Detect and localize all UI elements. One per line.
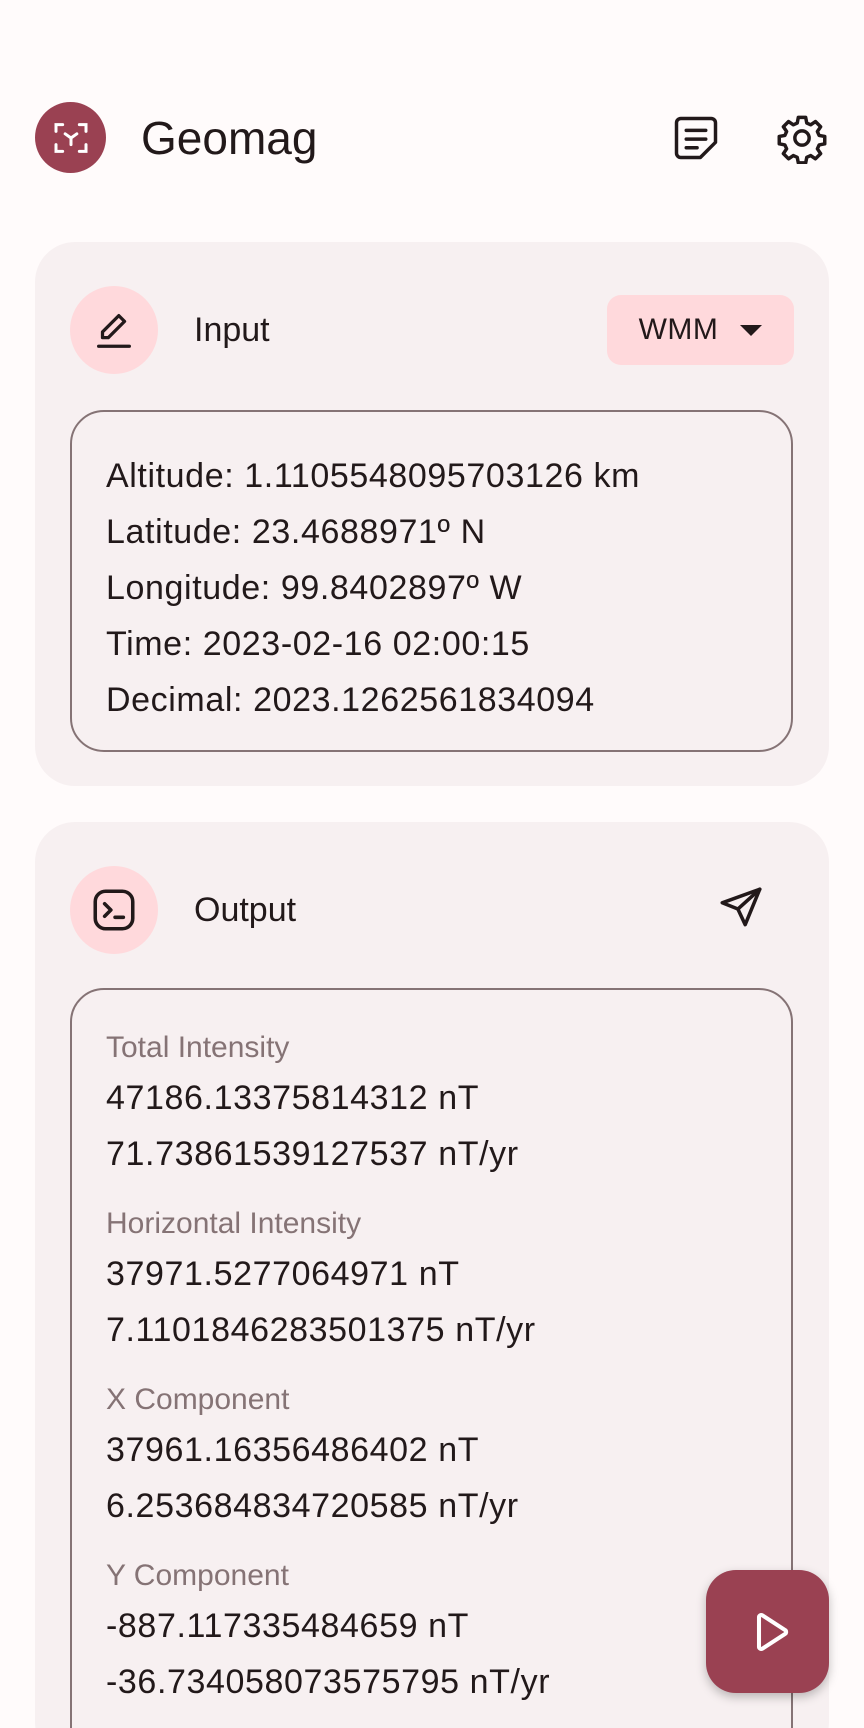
- model-dropdown[interactable]: WMM: [607, 295, 794, 365]
- input-values-box[interactable]: Altitude: 1.1105548095703126 km Latitude…: [70, 410, 793, 752]
- app-bar: Geomag: [0, 100, 864, 176]
- decimal-line: Decimal: 2023.1262561834094: [106, 681, 595, 719]
- y-component-group: Y Component -887.117335484659 nT -36.734…: [106, 1554, 791, 1710]
- gear-icon: [777, 115, 827, 164]
- send-icon: [720, 887, 762, 927]
- notes-icon: [674, 116, 718, 160]
- output-label: Total Intensity: [106, 1031, 290, 1064]
- model-selected-label: WMM: [638, 313, 719, 346]
- terminal-icon: [70, 866, 158, 954]
- x-component-group: X Component 37961.16356486402 nT 6.25368…: [106, 1378, 791, 1534]
- output-label: Horizontal Intensity: [106, 1207, 362, 1240]
- screen: Geomag Input WMM Altitude: 1.11055480957…: [0, 0, 864, 1728]
- input-card: Input WMM Altitude: 1.1105548095703126 k…: [35, 242, 829, 786]
- output-value: 47186.13375814312 nT: [106, 1079, 480, 1117]
- calculate-fab[interactable]: [706, 1570, 829, 1693]
- input-card-title: Input: [194, 311, 270, 349]
- app-title: Geomag: [141, 112, 318, 164]
- latitude-line: Latitude: 23.4688971º N: [106, 513, 486, 551]
- horizontal-intensity-group: Horizontal Intensity 37971.5277064971 nT…: [106, 1202, 791, 1358]
- output-rate: 6.253684834720585 nT/yr: [106, 1487, 519, 1525]
- output-rate: -36.734058073575795 nT/yr: [106, 1663, 551, 1701]
- altitude-line: Altitude: 1.1105548095703126 km: [106, 457, 641, 495]
- caret-down-icon: [740, 324, 763, 336]
- output-values-box: Total Intensity 47186.13375814312 nT 71.…: [70, 988, 793, 1728]
- time-line: Time: 2023-02-16 02:00:15: [106, 625, 530, 663]
- play-icon: [756, 1612, 788, 1651]
- log-button[interactable]: [664, 106, 728, 170]
- output-rate: 71.73861539127537 nT/yr: [106, 1135, 519, 1173]
- output-value: -887.117335484659 nT: [106, 1607, 470, 1645]
- edit-pencil-icon: [70, 286, 158, 374]
- output-label: X Component: [106, 1383, 290, 1416]
- output-card-title: Output: [194, 891, 297, 929]
- output-value: 37961.16356486402 nT: [106, 1431, 480, 1469]
- output-label: Y Component: [106, 1559, 289, 1592]
- output-value: 37971.5277064971 nT: [106, 1255, 460, 1293]
- settings-button[interactable]: [770, 106, 834, 170]
- output-rate: 7.1101846283501375 nT/yr: [106, 1311, 536, 1349]
- longitude-line: Longitude: 99.8402897º W: [106, 569, 523, 607]
- share-button[interactable]: [705, 872, 777, 944]
- total-intensity-group: Total Intensity 47186.13375814312 nT 71.…: [106, 1026, 791, 1182]
- center-focus-icon: [35, 102, 106, 173]
